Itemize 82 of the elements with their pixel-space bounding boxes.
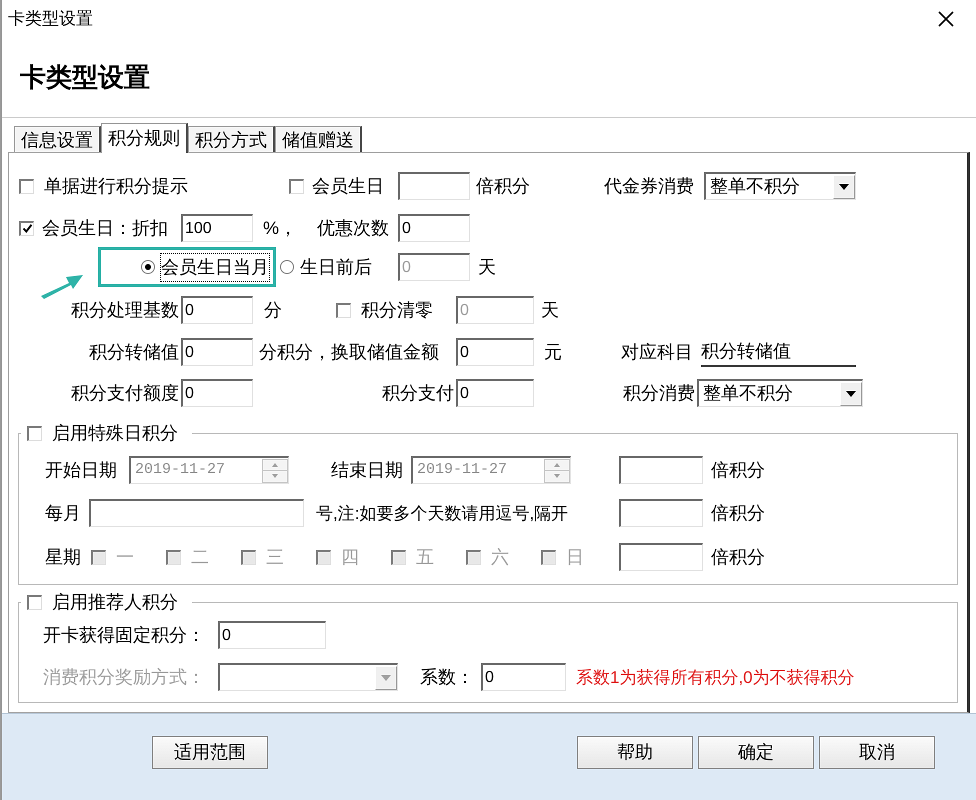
spinner-icon [262, 458, 288, 482]
window-title: 卡类型设置 [8, 8, 93, 30]
caret-icon [833, 174, 855, 198]
label-text: 每月 [45, 502, 81, 522]
tab[interactable]: 积分方式 [188, 126, 275, 152]
caret-icon [375, 666, 397, 690]
input-field[interactable]: 0 [181, 338, 253, 366]
input-field[interactable]: 0 [181, 379, 253, 407]
input-field[interactable] [619, 456, 703, 484]
tab[interactable]: 积分规则 [101, 123, 188, 153]
checkbox[interactable] [19, 178, 34, 194]
label-text: 星期 [45, 546, 81, 566]
dialog-button[interactable]: 确定 [698, 736, 814, 768]
input-field[interactable] [619, 543, 703, 571]
close-icon[interactable] [938, 11, 954, 27]
tab[interactable]: 储值赠送 [275, 126, 362, 152]
group-title: 启用特殊日积分 [52, 422, 178, 445]
label-text: 倍积分 [711, 460, 765, 480]
spinner-icon [544, 458, 570, 482]
dropdown[interactable]: 整单不积分 [697, 379, 863, 407]
label-text: 开卡获得固定积分： [43, 624, 205, 644]
label-text: 三 [266, 546, 284, 568]
input-field[interactable]: 0 [481, 663, 566, 691]
radio-label[interactable]: 生日前后 [300, 254, 372, 280]
label-text: 积分消费 [623, 382, 695, 402]
checkbox[interactable] [289, 178, 304, 194]
label-text: 六 [491, 546, 509, 568]
label-text: 单据进行积分提示 [44, 174, 188, 198]
label-text: 积分支付额度 [71, 382, 179, 402]
label-text: 天 [478, 256, 496, 276]
label-text: 优惠次数 [317, 218, 389, 238]
label-text: 分 [264, 300, 282, 320]
checkbox[interactable] [19, 220, 34, 236]
input-field[interactable]: 100 [181, 214, 253, 242]
account-field[interactable]: 积分转储值 [701, 338, 856, 366]
input-field[interactable] [398, 172, 470, 200]
label-text: 倍积分 [476, 176, 530, 196]
label-text: 日 [566, 546, 584, 568]
label-text: 倍积分 [711, 502, 765, 522]
label-text: 积分支付 [382, 382, 454, 402]
label-text: 系数： [420, 666, 474, 686]
label-text: 四 [341, 546, 359, 568]
label-text: 会员生日：折扣 [42, 216, 168, 240]
label-text: 结束日期 [331, 460, 403, 480]
label-text: 积分转储值 [89, 342, 179, 362]
dropdown[interactable]: 整单不积分 [704, 172, 856, 200]
radio-label[interactable]: 会员生日当月 [161, 254, 269, 280]
label-text: 会员生日 [312, 174, 384, 198]
input-field[interactable] [619, 499, 703, 527]
dialog-button[interactable]: 适用范围 [152, 736, 268, 768]
label-text: 分积分，换取储值金额 [259, 342, 439, 362]
label-text: %， [263, 218, 298, 238]
dialog-button[interactable]: 取消 [819, 736, 935, 768]
label-text: 五 [416, 546, 434, 568]
label-text: 元 [544, 342, 562, 362]
dialog-heading: 卡类型设置 [20, 61, 150, 94]
input-field[interactable] [89, 499, 304, 527]
input-field[interactable]: 0 [181, 296, 253, 324]
radio-button[interactable] [141, 260, 155, 274]
group-title: 启用推荐人积分 [52, 591, 178, 614]
label-text: 二 [191, 546, 209, 568]
checkbox[interactable] [27, 595, 42, 610]
label-text: 积分清零 [361, 298, 433, 322]
label-text: 代金券消费 [604, 176, 694, 196]
input-field[interactable]: 0 [218, 621, 326, 649]
dialog-button[interactable]: 帮助 [577, 736, 693, 768]
tab[interactable]: 信息设置 [14, 126, 101, 152]
label-text: 积分处理基数 [71, 300, 179, 320]
hint-text: 系数1为获得所有积分,0为不获得积分 [576, 668, 855, 686]
label-text: 天 [541, 300, 559, 320]
radio-button[interactable] [280, 260, 294, 274]
label-text: 号,注:如要多个天数请用逗号,隔开 [316, 504, 568, 522]
checkbox[interactable] [27, 426, 42, 441]
input-field[interactable]: 0 [456, 379, 534, 407]
label-text: 消费积分奖励方式： [43, 666, 205, 686]
input-field[interactable]: 0 [398, 214, 470, 242]
input-field[interactable]: 0 [456, 338, 534, 366]
caret-icon [840, 382, 862, 406]
label-text: 一 [116, 546, 134, 568]
label-text: 倍积分 [711, 546, 765, 566]
label-text: 对应科目 [621, 342, 693, 362]
label-text: 开始日期 [45, 460, 117, 480]
